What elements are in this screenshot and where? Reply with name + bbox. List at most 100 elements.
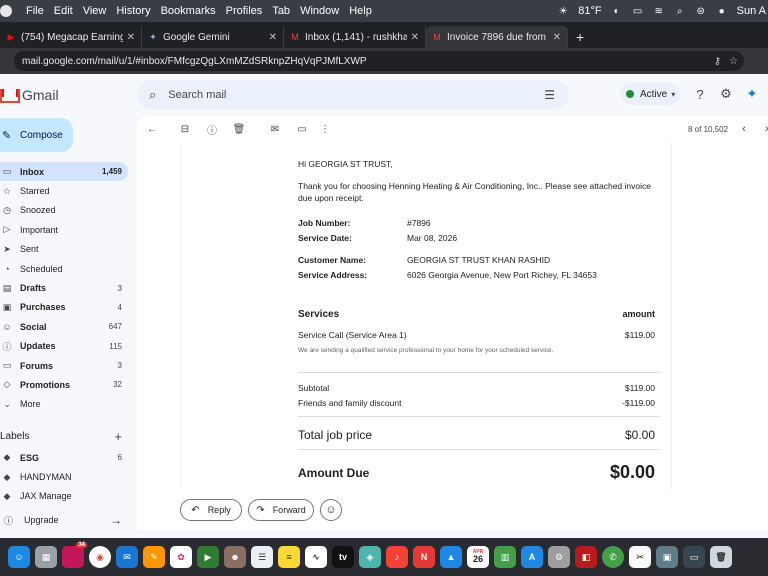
more-vertical-icon[interactable]: ⋮: [318, 120, 332, 138]
sidebar-item-more[interactable]: ⌄ More: [0, 395, 128, 414]
sidebar-item-label-jax-manage[interactable]: ◆ JAX Manage: [0, 487, 128, 506]
system-settings-icon[interactable]: ⚙: [548, 546, 570, 568]
pages-icon[interactable]: ✎: [143, 546, 165, 568]
key-icon[interactable]: ⚷: [714, 56, 721, 67]
temperature[interactable]: 81°F: [578, 5, 601, 17]
gmail-logo[interactable]: Gmail: [0, 84, 59, 106]
sidebar-item-important[interactable]: ▷ Important: [0, 220, 128, 239]
sidebar-item-social[interactable]: ☺ Social 647: [0, 317, 128, 336]
apple-tv-icon[interactable]: tv: [332, 546, 354, 568]
close-tab-icon[interactable]: ✕: [127, 32, 135, 43]
trash-icon[interactable]: 🗑: [710, 546, 732, 568]
report-spam-icon[interactable]: ⓘ: [205, 120, 219, 138]
sidebar-item-forums[interactable]: ▭ Forums 3: [0, 356, 128, 375]
upgrade-link[interactable]: ⓘ Upgrade →: [0, 511, 122, 529]
apple-logo-icon[interactable]: [0, 5, 12, 17]
app-store-icon[interactable]: A: [521, 546, 543, 568]
notifications-app-icon[interactable]: 34: [62, 542, 87, 568]
tab-gmail-inbox[interactable]: M Inbox (1,141) - rushkhan2015 ✕: [284, 26, 426, 48]
status-button[interactable]: Active ▾: [620, 83, 680, 105]
address-bar[interactable]: mail.google.com/mail/u/1/#inbox/FMfcgzQg…: [14, 51, 744, 71]
sidebar-item-sent[interactable]: ➤ Sent: [0, 240, 128, 259]
photos-icon[interactable]: ✿: [170, 546, 192, 568]
menu-profiles[interactable]: Profiles: [226, 5, 263, 17]
menubar-clock[interactable]: Sun A: [737, 5, 766, 17]
menu-file[interactable]: File: [26, 5, 44, 17]
menu-window[interactable]: Window: [300, 5, 339, 17]
gear-icon[interactable]: ⚙: [718, 86, 734, 102]
sidebar-item-purchases[interactable]: ▣ Purchases 4: [0, 298, 128, 317]
move-to-icon[interactable]: ▭: [295, 120, 309, 138]
search-bar[interactable]: ⌕ Search mail ☰: [137, 80, 569, 109]
tab-gemini[interactable]: ✦ Google Gemini ✕: [142, 26, 284, 48]
music-icon[interactable]: ♪: [386, 546, 408, 568]
menu-bookmarks[interactable]: Bookmarks: [161, 5, 216, 17]
capcut-icon[interactable]: ✂: [629, 546, 651, 568]
newer-chevron-icon[interactable]: ‹: [739, 120, 749, 138]
sidebar-item-starred[interactable]: ☆ Starred: [0, 181, 128, 200]
calendar-icon[interactable]: APR 26: [467, 546, 489, 568]
preview-icon[interactable]: ▣: [656, 546, 678, 568]
search-input[interactable]: Search mail: [168, 89, 544, 101]
compose-button[interactable]: ✎ Compose: [0, 118, 73, 152]
sidebar-item-label-esg[interactable]: ◆ ESG 6: [0, 448, 128, 467]
keynote-icon[interactable]: ▲: [440, 546, 462, 568]
sidebar-item-label-handyman[interactable]: ◆ HANDYMAN: [0, 467, 128, 486]
menu-edit[interactable]: Edit: [54, 5, 73, 17]
tab-invoice[interactable]: M Invoice 7896 due from Henni ✕: [426, 26, 568, 48]
control-center-icon[interactable]: ⊜: [695, 5, 707, 17]
screenshot-icon[interactable]: ▭: [683, 546, 705, 568]
delete-icon[interactable]: 🗑: [232, 120, 246, 138]
spotlight-search-icon[interactable]: ⌕: [674, 5, 686, 17]
close-tab-icon[interactable]: ✕: [269, 32, 277, 43]
freeform-icon[interactable]: ∿: [305, 546, 327, 568]
wifi-icon[interactable]: ≋: [653, 5, 665, 17]
back-arrow-icon[interactable]: ←: [145, 120, 159, 138]
menu-history[interactable]: History: [116, 5, 150, 17]
service-item: Service Call (Service Area 1): [298, 330, 407, 340]
notes-icon[interactable]: ≡: [278, 546, 300, 568]
sidebar-item-drafts[interactable]: ▤ Drafts 3: [0, 278, 128, 297]
new-tab-icon[interactable]: +: [576, 26, 584, 48]
sidebar-item-inbox[interactable]: ▭ Inbox 1,459: [0, 162, 128, 182]
vpn-icon[interactable]: ◐: [611, 5, 623, 17]
finder-icon[interactable]: ☺: [8, 546, 30, 568]
older-chevron-icon[interactable]: ›: [762, 120, 768, 138]
help-icon[interactable]: ?: [692, 86, 708, 102]
menu-view[interactable]: View: [83, 5, 107, 17]
archive-icon[interactable]: ⊟: [178, 120, 192, 138]
forward-button[interactable]: ↷ Forward: [248, 499, 314, 521]
chrome-icon[interactable]: ◉: [89, 546, 111, 568]
menu-tab[interactable]: Tab: [272, 5, 290, 17]
tab-youtube[interactable]: ▶ (754) Megacap Earnings: Car ✕: [0, 26, 142, 48]
whatsapp-icon[interactable]: ✆: [602, 546, 624, 568]
maps-icon[interactable]: ◈: [359, 546, 381, 568]
contacts-icon[interactable]: ☻: [224, 546, 246, 568]
news-icon[interactable]: N: [413, 546, 435, 568]
menu-help[interactable]: Help: [349, 5, 372, 17]
reply-button[interactable]: ↶ Reply: [180, 499, 242, 521]
launchpad-icon[interactable]: ▦: [35, 546, 57, 568]
emoji-react-button[interactable]: ☺: [320, 499, 342, 521]
reminders-icon[interactable]: ☰: [251, 546, 273, 568]
weather-icon[interactable]: ☀: [557, 5, 569, 17]
sidebar-item-scheduled[interactable]: ◔ Scheduled: [0, 259, 128, 278]
sidebar-item-snoozed[interactable]: ◷ Snoozed: [0, 201, 128, 220]
url-text[interactable]: mail.google.com/mail/u/1/#inbox/FMfcgzQg…: [22, 56, 714, 67]
bookmark-star-icon[interactable]: ☆: [729, 56, 738, 67]
numbers-icon[interactable]: ▥: [494, 546, 516, 568]
battery-icon[interactable]: ▭: [632, 5, 644, 17]
close-tab-icon[interactable]: ✕: [553, 32, 561, 43]
mark-unread-icon[interactable]: ✉: [268, 120, 282, 138]
add-label-icon[interactable]: +: [114, 429, 122, 444]
gemini-sparkle-icon[interactable]: ✦: [744, 86, 760, 102]
search-options-icon[interactable]: ☰: [544, 88, 555, 102]
mail-icon[interactable]: ✉: [116, 546, 138, 568]
search-icon[interactable]: ⌕: [149, 87, 156, 103]
close-tab-icon[interactable]: ✕: [411, 32, 419, 43]
sidebar-item-promotions[interactable]: ◇ Promotions 32: [0, 375, 128, 394]
facetime-icon[interactable]: ▶: [197, 546, 219, 568]
siri-icon[interactable]: ●: [716, 5, 728, 17]
sidebar-item-updates[interactable]: ⓘ Updates 115: [0, 337, 128, 356]
mirror-app-icon[interactable]: ◧: [575, 546, 597, 568]
